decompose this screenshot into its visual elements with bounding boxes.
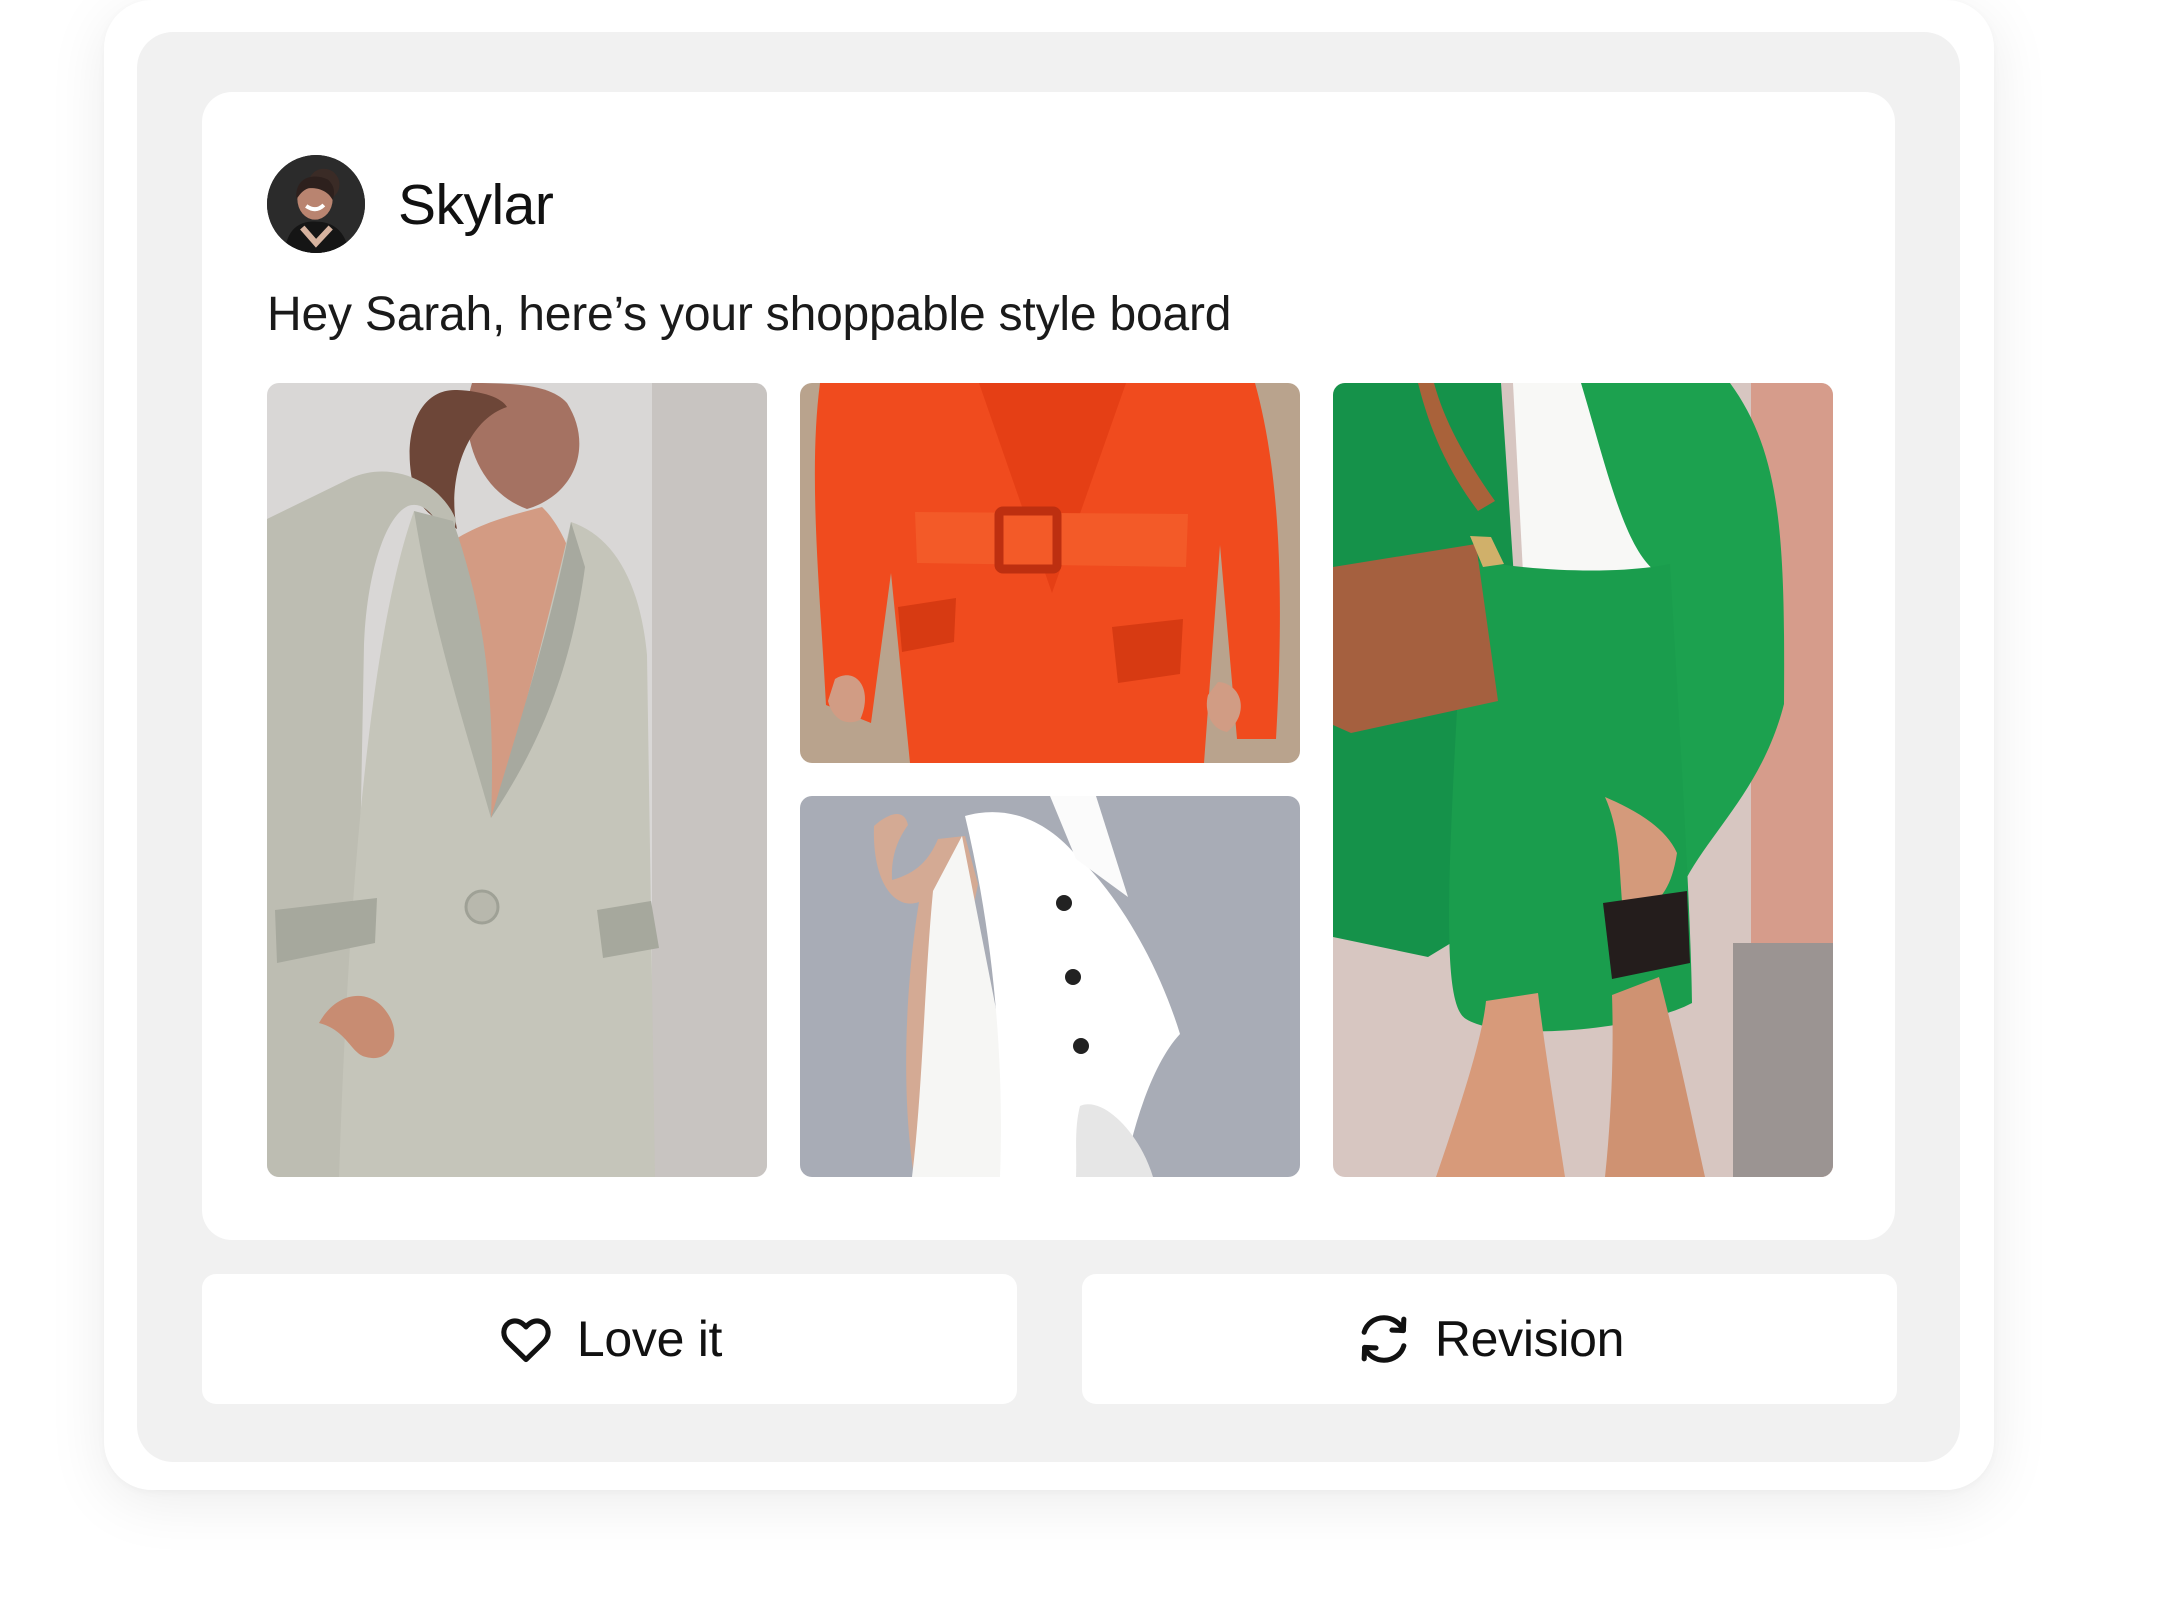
refresh-icon [1361,1315,1407,1363]
avatar-portrait [267,155,365,253]
revision-button[interactable]: Revision [1082,1274,1897,1404]
white-dress-blazer-photo[interactable] [800,796,1300,1177]
orange-belted-blazer-photo[interactable] [800,383,1300,763]
grey-blazer-photo[interactable] [267,383,767,1177]
avatar [267,155,365,253]
heart-icon [501,1318,551,1363]
sender-name: Skylar [398,173,554,237]
love-it-label: Love it [576,1311,723,1367]
revision-label: Revision [1434,1311,1625,1367]
message-text: Hey Sarah, here’s your shoppable style b… [267,288,1232,341]
love-it-button[interactable]: Love it [202,1274,1017,1404]
green-linen-set-photo[interactable] [1333,383,1833,1177]
